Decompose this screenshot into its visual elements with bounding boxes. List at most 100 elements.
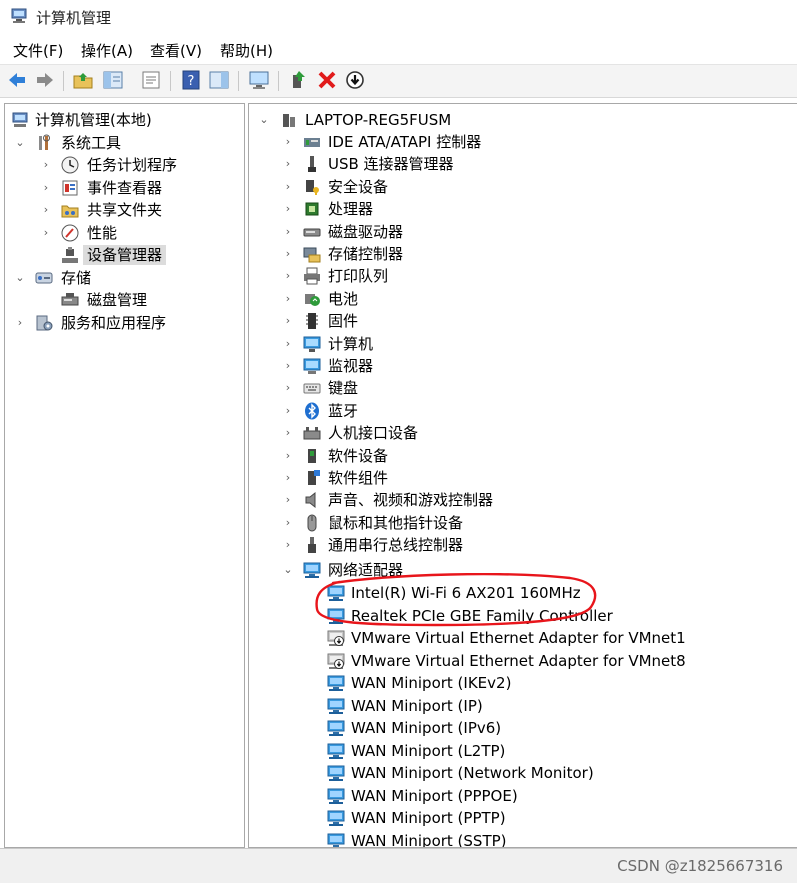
expand-chevron-icon[interactable]: ›	[39, 180, 53, 196]
network-adapter-item[interactable]: WAN Miniport (PPPOE)	[249, 785, 797, 807]
menu-view[interactable]: 查看(V)	[150, 40, 202, 61]
tree-item-computer-management[interactable]: 计算机管理(本地)	[5, 109, 244, 131]
expand-chevron-icon[interactable]: ›	[281, 358, 295, 374]
device-category[interactable]: › USB 连接器管理器	[249, 153, 797, 175]
tree-item-disk-management[interactable]: 磁盘管理	[5, 289, 244, 311]
up-folder-icon[interactable]	[72, 69, 94, 91]
expand-chevron-icon[interactable]: ›	[13, 315, 27, 331]
device-category[interactable]: › 通用串行总线控制器	[249, 534, 797, 556]
expand-chevron-icon[interactable]: ›	[281, 492, 295, 508]
device-category[interactable]: › 处理器	[249, 198, 797, 220]
menu-file[interactable]: 文件(F)	[13, 40, 63, 61]
device-category[interactable]: › 监视器	[249, 355, 797, 377]
network-adapter-item[interactable]: VMware Virtual Ethernet Adapter for VMne…	[249, 650, 797, 672]
device-category-network-adapters[interactable]: ⌄ 网络适配器	[249, 559, 797, 581]
keyboard-icon	[303, 383, 321, 394]
device-category[interactable]: › IDE ATA/ATAPI 控制器	[249, 131, 797, 153]
tree-item-label: 系统工具	[61, 134, 122, 152]
properties-icon[interactable]	[140, 69, 162, 91]
device-category[interactable]: › 安全设备	[249, 176, 797, 198]
device-manager-icon	[62, 247, 78, 263]
expand-chevron-icon[interactable]: ›	[281, 134, 295, 150]
device-category[interactable]: › 键盘	[249, 377, 797, 399]
network-adapter-item[interactable]: WAN Miniport (IP)	[249, 695, 797, 717]
action-pane-icon[interactable]	[208, 69, 230, 91]
network-adapter-item[interactable]: VMware Virtual Ethernet Adapter for VMne…	[249, 627, 797, 649]
device-tree-root[interactable]: ⌄ LAPTOP-REG5FUSM	[249, 109, 797, 131]
tree-item-storage[interactable]: ⌄ 存储	[5, 267, 244, 289]
expand-chevron-icon[interactable]: ›	[39, 202, 53, 218]
device-category[interactable]: › 打印队列	[249, 265, 797, 287]
speaker-icon	[305, 492, 316, 509]
tree-item-event-viewer[interactable]: › 事件查看器	[5, 177, 244, 199]
scan-changes-icon[interactable]	[344, 69, 366, 91]
expand-chevron-icon[interactable]: ›	[281, 313, 295, 329]
back-arrow-icon[interactable]	[6, 69, 28, 91]
computer-management-icon	[12, 112, 28, 127]
device-category[interactable]: › 软件组件	[249, 467, 797, 489]
expand-chevron-icon[interactable]: ›	[281, 224, 295, 240]
menu-action[interactable]: 操作(A)	[81, 40, 133, 61]
device-category-label: 网络适配器	[328, 561, 404, 579]
expand-chevron-icon[interactable]: ⌄	[13, 270, 27, 286]
device-category[interactable]: › 人机接口设备	[249, 422, 797, 444]
expand-chevron-icon[interactable]: ›	[281, 425, 295, 441]
expand-chevron-icon[interactable]: ›	[281, 246, 295, 262]
network-adapter-icon	[327, 675, 345, 691]
tree-item-label: 存储	[61, 269, 92, 287]
device-category-label: 键盘	[328, 379, 359, 398]
expand-chevron-icon[interactable]: ›	[281, 380, 295, 396]
device-category[interactable]: › 电池	[249, 288, 797, 310]
expand-chevron-icon[interactable]: ⌄	[13, 135, 27, 151]
device-category[interactable]: › 固件	[249, 310, 797, 332]
help-icon[interactable]: ?	[180, 69, 202, 91]
network-adapter-item[interactable]: WAN Miniport (IKEv2)	[249, 672, 797, 694]
expand-chevron-icon[interactable]: ⌄	[281, 562, 295, 578]
network-adapter-item[interactable]: WAN Miniport (IPv6)	[249, 717, 797, 739]
network-adapter-item[interactable]: WAN Miniport (SSTP)	[249, 830, 797, 847]
expand-chevron-icon[interactable]: ›	[39, 157, 53, 173]
forward-arrow-icon[interactable]	[34, 69, 56, 91]
event-viewer-icon	[62, 180, 78, 196]
device-category[interactable]: › 存储控制器	[249, 243, 797, 265]
device-category[interactable]: › 声音、视频和游戏控制器	[249, 489, 797, 511]
tree-item-services-and-applications[interactable]: › 服务和应用程序	[5, 312, 244, 334]
expand-chevron-icon[interactable]: ⌄	[257, 112, 271, 128]
printer-icon	[304, 267, 320, 285]
tree-item-shared-folders[interactable]: › 共享文件夹	[5, 199, 244, 221]
tree-item-performance[interactable]: › 性能	[5, 222, 244, 244]
network-adapter-label: WAN Miniport (L2TP)	[351, 741, 506, 760]
tree-item-task-scheduler[interactable]: › 任务计划程序	[5, 154, 244, 176]
expand-chevron-icon[interactable]: ›	[281, 179, 295, 195]
network-adapter-item[interactable]: WAN Miniport (Network Monitor)	[249, 762, 797, 784]
expand-chevron-icon[interactable]: ›	[39, 225, 53, 241]
expand-chevron-icon[interactable]: ›	[281, 403, 295, 419]
expand-chevron-icon[interactable]: ›	[281, 537, 295, 553]
tree-item-system-tools[interactable]: ⌄ 系统工具	[5, 132, 244, 154]
update-driver-icon[interactable]	[288, 69, 310, 91]
expand-chevron-icon[interactable]: ›	[281, 156, 295, 172]
network-adapter-item[interactable]: Realtek PCIe GBE Family Controller	[249, 605, 797, 627]
device-category[interactable]: › 计算机	[249, 333, 797, 355]
network-adapter-disabled-icon	[327, 630, 345, 646]
expand-chevron-icon[interactable]: ›	[281, 448, 295, 464]
network-adapter-item[interactable]: Intel(R) Wi-Fi 6 AX201 160MHz	[249, 582, 797, 604]
expand-chevron-icon[interactable]: ›	[281, 470, 295, 486]
expand-chevron-icon[interactable]: ›	[281, 201, 295, 217]
monitor-icon[interactable]	[248, 69, 270, 91]
menu-help[interactable]: 帮助(H)	[220, 40, 273, 61]
network-adapter-item[interactable]: WAN Miniport (PPTP)	[249, 807, 797, 829]
network-adapter-item[interactable]: WAN Miniport (L2TP)	[249, 740, 797, 762]
network-adapter-icon	[327, 698, 345, 714]
expand-chevron-icon[interactable]: ›	[281, 268, 295, 284]
device-category[interactable]: › 鼠标和其他指针设备	[249, 512, 797, 534]
expand-chevron-icon[interactable]: ›	[281, 336, 295, 352]
expand-chevron-icon[interactable]: ›	[281, 515, 295, 531]
device-category[interactable]: › 软件设备	[249, 445, 797, 467]
device-category[interactable]: › 蓝牙	[249, 400, 797, 422]
uninstall-icon[interactable]	[316, 69, 338, 91]
expand-chevron-icon[interactable]: ›	[281, 291, 295, 307]
show-hide-tree-icon[interactable]	[102, 69, 124, 91]
tree-item-device-manager[interactable]: 设备管理器	[5, 244, 244, 266]
device-category[interactable]: › 磁盘驱动器	[249, 221, 797, 243]
